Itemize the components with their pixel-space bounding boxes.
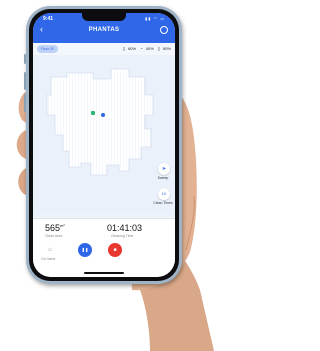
map-selector-chip[interactable]: Floor 1F	[37, 45, 59, 53]
status-icons: ▮▮ ◠ ▭	[145, 16, 165, 21]
settings-icon[interactable]	[160, 26, 168, 34]
consumable-value: 40%	[145, 46, 154, 51]
consumable-value: 60%	[128, 46, 137, 51]
area-unit: m²	[60, 223, 65, 228]
sweep-label: Sweep	[157, 176, 169, 180]
page-title: PHANTAS	[88, 27, 120, 33]
consumables-status: ▯ 60% ◔ 40% ▯ 50%	[120, 45, 171, 53]
consumable-value: 50%	[162, 46, 171, 51]
filter-icon: ▯	[122, 46, 126, 51]
pause-icon: ❚❚	[81, 247, 89, 252]
robot-position-icon	[101, 113, 105, 117]
clean-area-value: 565m²	[45, 223, 65, 233]
app-bar: 9:41 ▮▮ ◠ ▭ ‹ PHANTAS	[33, 13, 175, 43]
control-panel: 565m² Clean Area 01:41:03 Cleaning Time …	[33, 218, 175, 277]
volume-up-button	[24, 72, 26, 90]
info-row: Floor 1F ▯ 60% ◔ 40% ▯ 50%	[33, 43, 175, 55]
camera-notch	[82, 13, 126, 21]
stop-button[interactable]: ■	[108, 243, 122, 257]
brush-icon: ◔	[140, 46, 143, 51]
go-home-button[interactable]: ⌂	[45, 245, 55, 255]
cleaning-time-value: 01:41:03	[107, 223, 143, 233]
app-screen: 9:41 ▮▮ ◠ ▭ ‹ PHANTAS Floor 1F ▯ 60% ◔ 40%…	[33, 13, 175, 277]
home-indicator	[84, 272, 124, 274]
cleaning-map[interactable]: ➤ Sweep 1X Clean Times	[33, 55, 175, 215]
sweep-icon: ➤	[161, 166, 167, 172]
clean-times-button[interactable]: 1X	[158, 188, 170, 200]
go-home-label: Go home	[41, 257, 56, 261]
pause-button[interactable]: ❚❚	[78, 243, 92, 257]
floor-plan-shape	[46, 68, 154, 176]
clean-times-label: Clean Times	[153, 201, 173, 205]
mute-switch	[24, 54, 26, 64]
clean-times-value: 1X	[161, 191, 167, 196]
floor-plan	[46, 68, 154, 176]
volume-down-button	[24, 94, 26, 112]
mop-icon: ▯	[157, 46, 160, 51]
status-time: 9:41	[43, 16, 54, 22]
charging-dock-icon	[91, 111, 95, 115]
cleaning-time-label: Cleaning Time	[111, 234, 134, 238]
sweep-mode-button[interactable]: ➤	[158, 163, 170, 175]
phone-bezel: 9:41 ▮▮ ◠ ▭ ‹ PHANTAS Floor 1F ▯ 60% ◔ 40%…	[29, 9, 179, 281]
clean-area-label: Clean Area	[45, 234, 63, 238]
stop-icon: ■	[113, 247, 117, 253]
phone-frame: 9:41 ▮▮ ◠ ▭ ‹ PHANTAS Floor 1F ▯ 60% ◔ 40%…	[24, 6, 182, 284]
